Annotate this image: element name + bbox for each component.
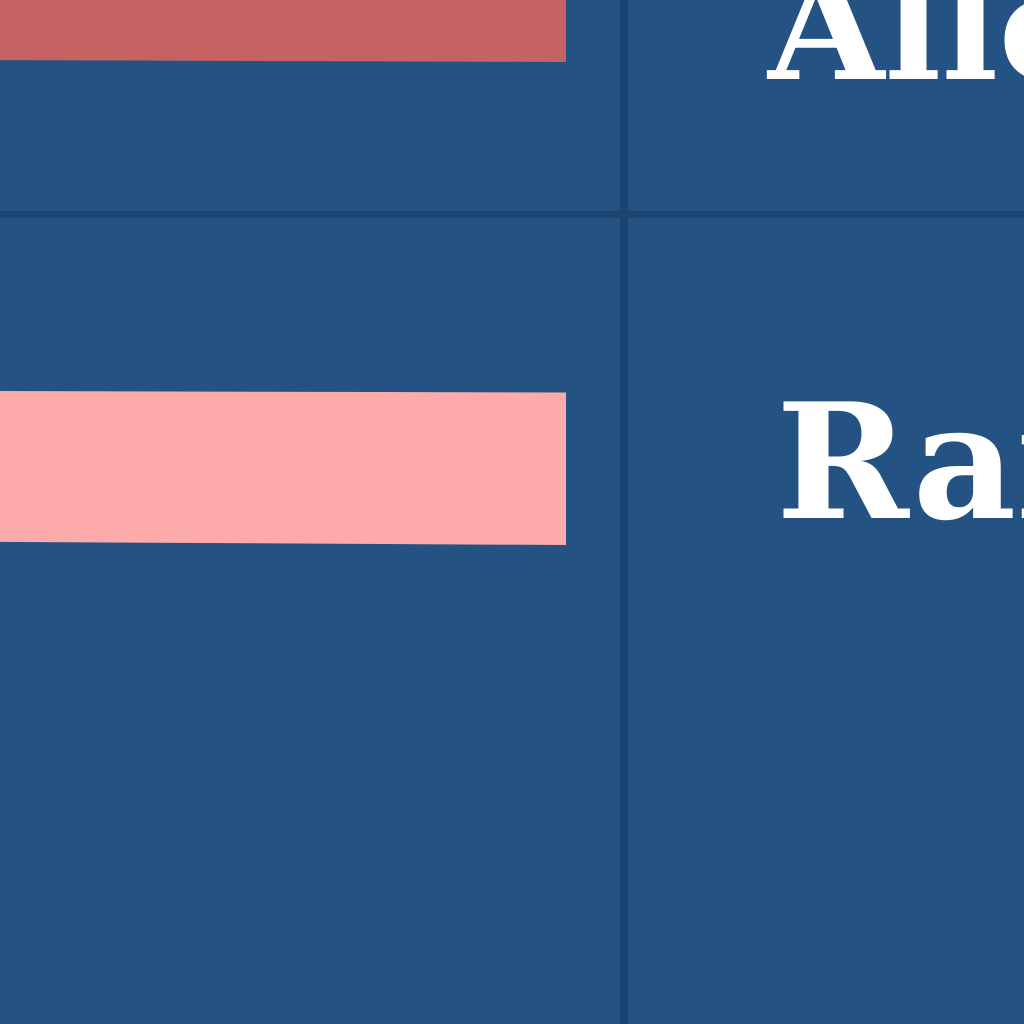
- middle-bar: [0, 391, 566, 545]
- top-bar: [0, 0, 566, 62]
- top-row-label: Allo: [768, 0, 1024, 115]
- zoomed-chart-view: Allo Rai: [0, 0, 1024, 1024]
- middle-row-label: Rai: [776, 368, 1024, 556]
- vertical-divider: [620, 0, 628, 1024]
- horizontal-divider: [0, 211, 1024, 218]
